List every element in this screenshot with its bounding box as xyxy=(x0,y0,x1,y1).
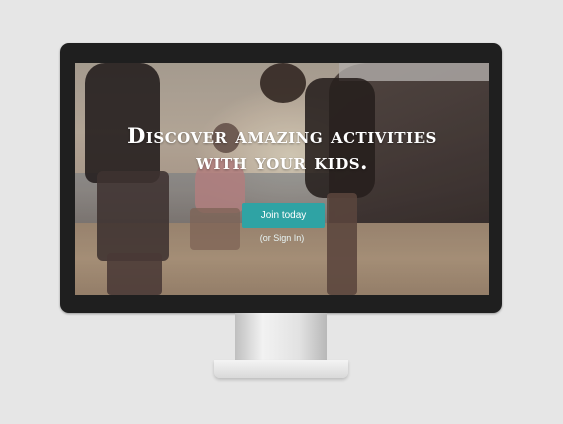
monitor-stand-base xyxy=(214,360,348,378)
hero-headline-line2: with your kids. xyxy=(196,149,368,174)
join-today-button[interactable]: Join today xyxy=(242,203,325,228)
hero-headline: Discover amazing activities with your ki… xyxy=(75,123,489,175)
scene: Discover amazing activities with your ki… xyxy=(0,0,563,424)
hero-headline-line1: Discover amazing activities xyxy=(127,123,437,148)
monitor-screen: Discover amazing activities with your ki… xyxy=(75,63,489,295)
sign-in-link[interactable]: (or Sign In) xyxy=(75,233,489,243)
monitor-bezel: Discover amazing activities with your ki… xyxy=(60,43,502,313)
monitor-stand-neck xyxy=(235,313,327,363)
hero-dim-overlay xyxy=(75,63,489,295)
